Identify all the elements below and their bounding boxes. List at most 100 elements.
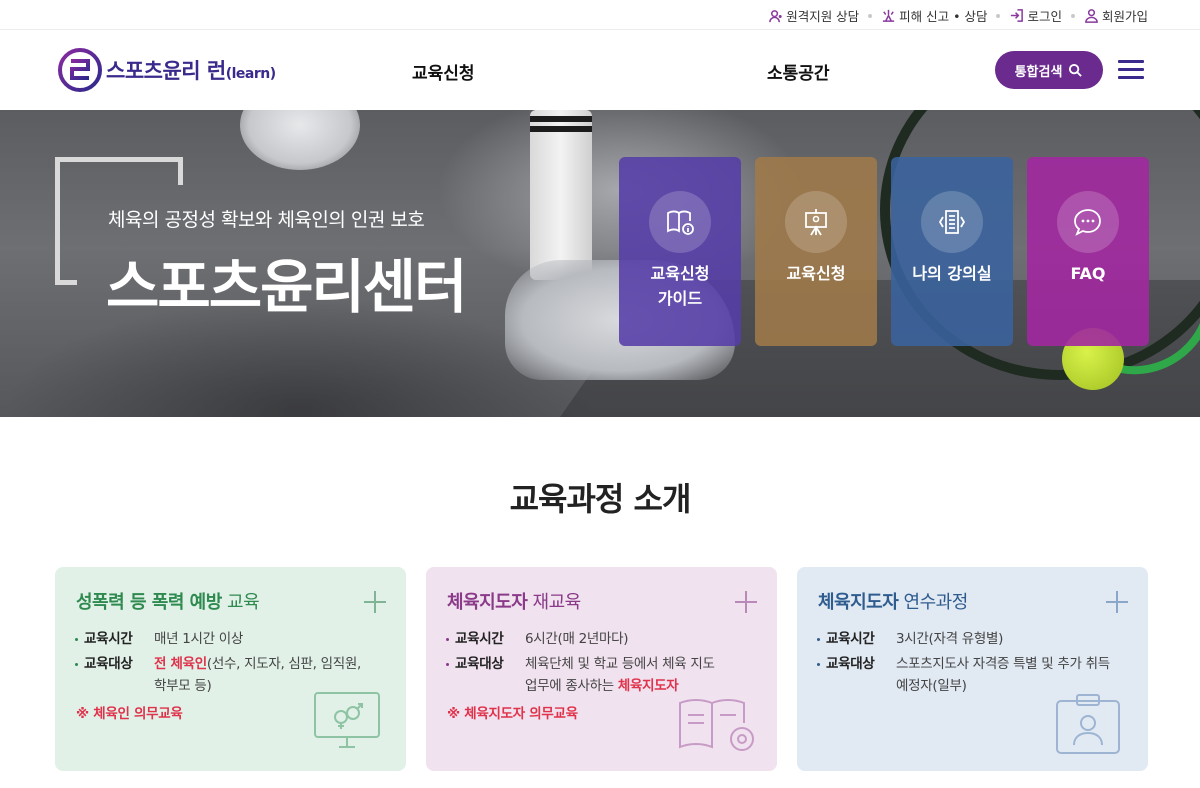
book-refresh-icon xyxy=(679,699,754,751)
hero-sock-image xyxy=(530,110,592,280)
quick-link-my-classroom[interactable]: 나의 강의실 xyxy=(891,157,1013,346)
book-info-icon xyxy=(667,210,694,235)
separator-dot xyxy=(868,13,873,18)
separator-dot xyxy=(1070,13,1075,18)
hero-sock-stripe xyxy=(530,126,592,132)
user-icon xyxy=(1085,9,1098,23)
monitor-gender-icon xyxy=(314,692,380,748)
card-time-label: 교육시간 xyxy=(84,631,133,647)
card-target-highlight: 전 체육인 xyxy=(154,656,207,672)
logo-text: 스포츠윤리 런(learn) xyxy=(106,55,276,85)
quick-link-label: 교육신청 xyxy=(786,264,846,283)
quick-link-apply-guide[interactable]: 교육신청가이드 xyxy=(619,157,741,346)
quick-icon-circle xyxy=(921,191,983,253)
login-icon xyxy=(1011,9,1024,22)
card-time-value: 3시간(자격 유형별) xyxy=(896,631,1004,647)
signup-label: 회원가입 xyxy=(1101,9,1148,24)
id-badge-icon xyxy=(1056,694,1120,754)
integrated-search-button[interactable]: 통합검색 xyxy=(995,51,1103,89)
card-time-value: 매년 1시간 이상 xyxy=(154,631,243,647)
headset-icon xyxy=(769,10,782,23)
card-target-highlight: 체육지도자 xyxy=(617,678,679,694)
card-title: 체육지도자 재교육 xyxy=(447,588,581,614)
bullet-dot xyxy=(446,638,449,641)
card-time-label: 교육시간 xyxy=(826,631,875,647)
nav-community[interactable]: 소통공간 xyxy=(767,59,830,84)
quick-label-line1: 교육신청 xyxy=(650,264,710,283)
presentation-icon xyxy=(805,209,827,236)
quick-link-faq[interactable]: FAQ xyxy=(1027,157,1149,346)
remote-support-link[interactable]: 원격지원 상담 xyxy=(768,6,859,25)
card-target-label: 교육대상 xyxy=(84,656,133,672)
plus-icon[interactable] xyxy=(735,591,757,613)
quick-icon-circle xyxy=(785,191,847,253)
separator-dot xyxy=(996,13,1001,18)
main-header: 스포츠윤리 런(learn) 교육신청 소통공간 통합검색 xyxy=(0,31,1200,110)
hamburger-menu-icon[interactable] xyxy=(1118,58,1146,82)
report-label: 피해 신고 • 상담 xyxy=(899,9,988,24)
utility-bar: 원격지원 상담 피해 신고 • 상담 로그인 회원가입 xyxy=(0,0,1200,30)
search-button-label: 통합검색 xyxy=(1014,63,1063,79)
card-target-value: 스포츠지도사 자격증 특별 및 추가 취득예정자(일부) xyxy=(896,653,1110,697)
hero-title: 스포츠윤리센터 xyxy=(106,253,468,321)
site-logo[interactable]: 스포츠윤리 런(learn) xyxy=(58,48,276,92)
classroom-icon xyxy=(938,210,966,234)
bullet-dot xyxy=(75,663,78,666)
card-mandatory-note: ※ 체육인 의무교육 xyxy=(76,706,183,722)
course-card-coach-retraining[interactable]: 체육지도자 재교육 교육시간 6시간(매 2년마다) 교육대상 체육단체 및 학… xyxy=(426,567,777,771)
logo-english: (learn) xyxy=(225,66,276,82)
search-icon xyxy=(1069,63,1083,77)
nav-education-apply[interactable]: 교육신청 xyxy=(412,59,475,84)
hero-banner: 체육의 공정성 확보와 체육인의 인권 보호 스포츠윤리센터 교육신청가이드 교… xyxy=(0,110,1200,417)
alert-icon xyxy=(883,9,895,22)
card-title: 성폭력 등 폭력 예방 교육 xyxy=(76,588,260,614)
quick-link-label: FAQ xyxy=(1070,264,1106,283)
logo-korean: 스포츠윤리 런 xyxy=(106,59,226,83)
report-link[interactable]: 피해 신고 • 상담 xyxy=(881,6,987,25)
login-link[interactable]: 로그인 xyxy=(1009,6,1062,25)
card-title-rest: 재교육 xyxy=(527,592,582,613)
quick-icon-circle xyxy=(1057,191,1119,253)
card-target-value: 체육단체 및 학교 등에서 체육 지도업무에 종사하는 체육지도자 xyxy=(525,653,715,697)
logo-mark-icon xyxy=(58,48,102,92)
card-time-value: 6시간(매 2년마다) xyxy=(525,631,629,647)
hero-shoe-image xyxy=(240,110,360,170)
card-title-strong: 체육지도자 xyxy=(447,592,528,613)
card-target-text-2: 예정자(일부) xyxy=(896,678,967,694)
quick-link-education-apply[interactable]: 교육신청 xyxy=(755,157,877,346)
card-target-label: 교육대상 xyxy=(826,656,875,672)
plus-icon[interactable] xyxy=(1106,591,1128,613)
card-target-text: 체육단체 및 학교 등에서 체육 지도 xyxy=(525,656,715,672)
card-target-text-2: 학부모 등) xyxy=(154,678,212,694)
card-title: 체육지도자 연수과정 xyxy=(818,588,968,614)
card-title-rest: 교육 xyxy=(221,592,260,613)
utility-links: 원격지원 상담 피해 신고 • 상담 로그인 회원가입 xyxy=(768,6,1148,25)
section-title: 교육과정 소개 xyxy=(509,480,692,518)
card-mandatory-note: ※ 체육지도자 의무교육 xyxy=(447,706,578,722)
card-time-label: 교육시간 xyxy=(455,631,504,647)
quick-link-label: 나의 강의실 xyxy=(912,264,992,283)
card-target-text: 스포츠지도사 자격증 특별 및 추가 취득 xyxy=(896,656,1110,672)
card-title-strong: 체육지도자 xyxy=(818,592,899,613)
card-target-text-2: 업무에 종사하는 xyxy=(525,678,618,694)
chat-bubble-icon xyxy=(1074,209,1101,236)
bullet-dot xyxy=(75,638,78,641)
quick-label-line2: 가이드 xyxy=(657,289,703,308)
card-target-text: (선수, 지도자, 심판, 임직원, xyxy=(206,656,361,672)
bullet-dot xyxy=(817,638,820,641)
signup-link[interactable]: 회원가입 xyxy=(1084,6,1148,25)
course-card-coach-training[interactable]: 체육지도자 연수과정 교육시간 3시간(자격 유형별) 교육대상 스포츠지도사 … xyxy=(797,567,1148,771)
quick-link-label: 교육신청가이드 xyxy=(619,261,741,311)
hero-sock-stripe xyxy=(530,116,592,122)
card-title-strong: 성폭력 등 폭력 예방 xyxy=(76,592,222,613)
plus-icon[interactable] xyxy=(364,591,386,613)
course-card-violence-prevention[interactable]: 성폭력 등 폭력 예방 교육 교육시간 매년 1시간 이상 교육대상 전 체육인… xyxy=(55,567,406,771)
login-label: 로그인 xyxy=(1027,9,1062,24)
card-title-rest: 연수과정 xyxy=(898,592,969,613)
remote-support-label: 원격지원 상담 xyxy=(786,9,860,24)
quick-icon-circle xyxy=(649,191,711,253)
hero-subtitle: 체육의 공정성 확보와 체육인의 인권 보호 xyxy=(108,209,425,231)
card-target-label: 교육대상 xyxy=(455,656,504,672)
bullet-dot xyxy=(446,663,449,666)
bullet-dot xyxy=(817,663,820,666)
